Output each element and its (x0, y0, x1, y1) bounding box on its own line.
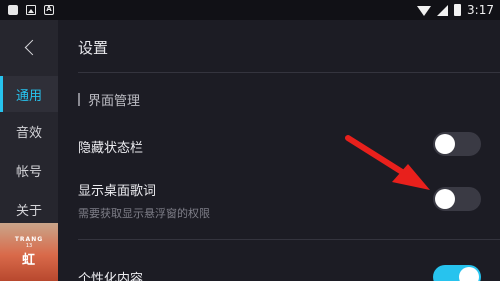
app-icon (8, 5, 18, 15)
now-playing-album-art[interactable]: TRANG 13 虹 (0, 223, 58, 281)
status-bar: A 3:17 (0, 0, 500, 20)
row-divider (78, 239, 500, 240)
settings-content: 设置 界面管理 隐藏状态栏 显示桌面歌词 需要获取显示悬浮窗的权限 个性化内容 (58, 20, 500, 281)
sidebar-item-general[interactable]: 通用 (0, 76, 58, 112)
toggle-knob (459, 267, 479, 281)
desktop-lyrics-sublabel: 需要获取显示悬浮窗的权限 (78, 207, 210, 220)
status-right-icons: 3:17 (417, 3, 494, 17)
chevron-left-icon (24, 39, 40, 55)
signal-icon (437, 4, 449, 16)
personalized-content-label: 个性化内容 (78, 272, 144, 281)
hide-statusbar-toggle[interactable] (433, 132, 481, 156)
toggle-knob (435, 134, 455, 154)
sidebar-item-account[interactable]: 帐号 (0, 152, 58, 188)
section-bar (78, 93, 80, 106)
image-icon (26, 5, 36, 15)
album-art-text-1: TRANG (14, 236, 44, 243)
desktop-lyrics-toggle[interactable] (433, 187, 481, 211)
sidebar-item-sound-effects[interactable]: 音效 (0, 113, 58, 149)
toggle-knob (435, 189, 455, 209)
hide-statusbar-label: 隐藏状态栏 (78, 141, 144, 156)
status-left-icons: A (8, 5, 54, 15)
page-title: 设置 (78, 39, 109, 57)
sidebar-item-about[interactable]: 关于 (0, 191, 58, 227)
section-header: 界面管理 (78, 90, 140, 109)
back-button[interactable] (18, 36, 40, 58)
sidebar: 通用 音效 帐号 关于 TRANG 13 虹 (0, 20, 58, 281)
a-icon: A (44, 5, 54, 15)
section-title: 界面管理 (88, 94, 141, 109)
album-art-text-3: 虹 (21, 253, 36, 268)
desktop-lyrics-label: 显示桌面歌词 (78, 184, 157, 199)
header-divider (78, 72, 500, 73)
battery-icon (454, 4, 462, 16)
status-time: 3:17 (467, 3, 494, 17)
personalized-content-toggle[interactable] (433, 265, 481, 281)
wifi-icon (417, 6, 432, 16)
